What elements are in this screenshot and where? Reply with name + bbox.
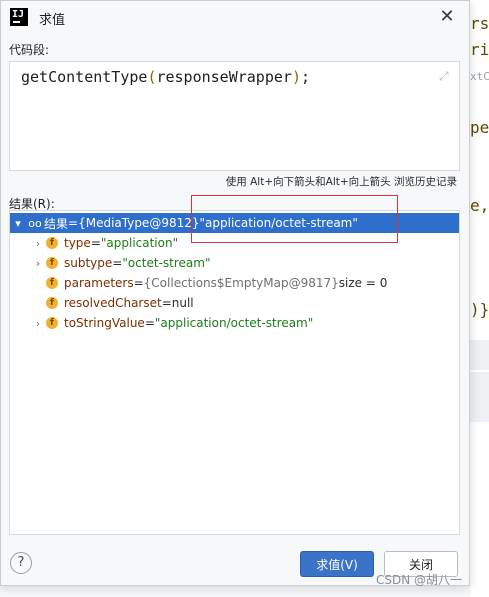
expression-editor[interactable]: getContentType(responseWrapper); ⤢: [9, 61, 460, 171]
background-code-snippet: pe: [470, 118, 489, 137]
field-value: "application/octet-stream": [154, 316, 314, 330]
field-value: {Collections$EmptyMap@9817}: [143, 276, 339, 290]
tree-row-tostringvalue[interactable]: › f toStringValue = "application/octet-s…: [10, 313, 459, 333]
chevron-down-icon[interactable]: ▾: [10, 217, 26, 230]
method-name: getContentType: [21, 68, 148, 86]
field-value: "octet-stream": [122, 256, 211, 270]
result-root-ref: {MediaType@9812}: [78, 216, 200, 230]
equals-sign: =: [144, 316, 155, 330]
background-code-snippet: )}: [470, 300, 489, 319]
chevron-right-icon[interactable]: ›: [30, 317, 46, 330]
evaluate-dialog: IJ 求值 ✕ 代码段: getContentType(responseWrap…: [0, 0, 470, 586]
watermark: CSDN @胡八一: [376, 573, 463, 587]
background-strip: [470, 340, 489, 370]
background-strip: [470, 372, 489, 422]
field-icon: f: [46, 277, 58, 289]
equals-sign: =: [161, 296, 172, 310]
expression-text[interactable]: getContentType(responseWrapper);: [21, 68, 310, 86]
field-icon: f: [46, 297, 58, 309]
equals-sign: =: [68, 216, 79, 230]
tree-row-resolvedcharset[interactable]: f resolvedCharset = null: [10, 293, 459, 313]
dialog-title: 求值: [39, 13, 66, 28]
watch-glasses-icon: oo: [28, 216, 42, 230]
background-code-snippet: rid: [470, 40, 489, 59]
intellij-logo-icon: IJ: [10, 8, 28, 26]
field-value: "application": [100, 236, 179, 250]
background-code-area: [470, 0, 489, 597]
equals-sign: =: [90, 236, 101, 250]
close-icon[interactable]: ✕: [437, 7, 457, 27]
dialog-titlebar[interactable]: IJ 求值 ✕: [1, 1, 469, 35]
background-code-snippet: xtC: [470, 70, 489, 83]
result-root-name: 结果: [44, 216, 69, 231]
equals-sign: =: [133, 276, 144, 290]
chevron-right-icon[interactable]: ›: [30, 257, 46, 270]
argument-name: responseWrapper: [156, 68, 292, 86]
field-name: subtype: [64, 256, 113, 270]
chevron-right-icon[interactable]: ›: [30, 237, 46, 250]
tree-row-subtype[interactable]: › f subtype = "octet-stream": [10, 253, 459, 273]
field-icon: f: [46, 237, 58, 249]
code-fragment-label: 代码段:: [9, 43, 50, 57]
evaluate-button[interactable]: 求值(V): [300, 551, 374, 577]
field-icon: f: [46, 317, 58, 329]
field-value: null: [171, 296, 194, 310]
result-tree[interactable]: ▾ oo 结果 = {MediaType@9812} "application/…: [9, 210, 460, 535]
semicolon: ;: [300, 68, 310, 86]
field-name: resolvedCharset: [64, 296, 162, 310]
close-paren: ): [291, 68, 301, 86]
background-code-snippet: e,: [470, 196, 489, 215]
equals-sign: =: [112, 256, 123, 270]
background-code-snippet: rs;: [470, 14, 489, 33]
help-button[interactable]: ?: [10, 552, 32, 574]
field-size: size = 0: [338, 276, 388, 290]
field-name: parameters: [64, 276, 134, 290]
field-name: type: [64, 236, 91, 250]
history-hint: 使用 Alt+向下箭头和Alt+向上箭头 浏览历史记录: [225, 176, 457, 188]
tree-row-parameters[interactable]: f parameters = {Collections$EmptyMap@981…: [10, 273, 459, 293]
expand-editor-icon[interactable]: ⤢: [439, 70, 451, 82]
highlight-annotation: [191, 195, 398, 243]
field-name: toStringValue: [64, 316, 145, 330]
field-icon: f: [46, 257, 58, 269]
app-icon-letters: IJ: [12, 9, 25, 20]
